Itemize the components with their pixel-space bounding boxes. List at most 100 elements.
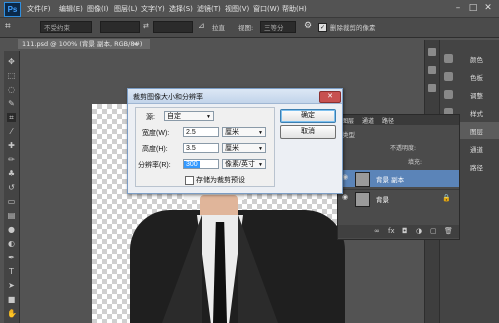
link-icon[interactable]: ∞ (374, 227, 380, 235)
healing-tool-icon[interactable]: ✚ (7, 141, 16, 150)
filter-kind-select[interactable]: 类型 (342, 129, 355, 139)
width-unit-select[interactable]: 厘米 ▼ (222, 127, 266, 137)
lock-icon: 🔒 (442, 194, 451, 202)
width-unit: 厘米 (225, 129, 239, 136)
dialog-close-button[interactable]: ✕ (319, 91, 341, 103)
delete-cropped-label[interactable]: 删除裁剪的像素 (330, 22, 376, 32)
cancel-button[interactable]: 取消 (280, 125, 336, 139)
crop-height-field[interactable] (153, 21, 193, 33)
history-brush-tool-icon[interactable]: ↺ (7, 183, 16, 192)
menu-filter[interactable]: 滤镜(T) (197, 4, 221, 14)
marquee-tool-icon[interactable]: ⬚ (7, 71, 16, 80)
blur-tool-icon[interactable]: ● (7, 225, 16, 234)
menu-image[interactable]: 图像(I) (87, 4, 109, 14)
move-tool-icon[interactable]: ✥ (7, 57, 16, 66)
layer-row[interactable]: ◉ 背景 🔒 (338, 189, 459, 207)
crop-tool-icon[interactable]: ⌗ (7, 113, 16, 122)
chevron-down-icon: ▼ (258, 162, 263, 168)
height-unit: 厘米 (225, 145, 239, 152)
crop-width-field[interactable] (100, 21, 140, 33)
save-preset-label[interactable]: 存储为裁剪预设 (196, 175, 245, 185)
menu-edit[interactable]: 编辑(E) (59, 4, 83, 14)
tab-channels[interactable]: 通道 (362, 116, 374, 125)
layers-panel: 图层 通道 路径 类型 不透明度: 填充: ◉ 背景 副本 ◉ 背景 🔒 ∞ f… (337, 114, 460, 240)
tools-panel: ✥ ⬚ ◌ ✎ ⌗ ⁄ ✚ ✏ ♣ ↺ ▭ ▤ ● ◐ ✒ T ➤ ■ ✋ (4, 51, 20, 323)
chevron-down-icon: ▼ (258, 130, 263, 136)
height-input[interactable]: 3.5 (183, 143, 219, 153)
menu-help[interactable]: 帮助(H) (282, 4, 307, 14)
shape-tool-icon[interactable]: ■ (7, 295, 16, 304)
type-tool-icon[interactable]: T (7, 267, 16, 276)
minimize-button[interactable]: – (452, 2, 464, 14)
menu-layer[interactable]: 图层(L) (114, 4, 137, 14)
adjustments-icon (444, 90, 453, 99)
swatches-icon (444, 72, 453, 81)
crop-tool-icon[interactable]: ⌗ (5, 21, 11, 32)
maximize-button[interactable]: □ (467, 2, 479, 14)
tab-layers[interactable]: 图层 (342, 116, 354, 125)
menu-type[interactable]: 文字(Y) (141, 4, 165, 14)
fx-icon[interactable]: fx (388, 227, 395, 235)
dodge-tool-icon[interactable]: ◐ (7, 239, 16, 248)
menu-view[interactable]: 视图(V) (225, 4, 249, 14)
opacity-label: 不透明度: (390, 145, 417, 152)
resolution-unit: 像素/英寸 (225, 161, 255, 168)
mask-icon[interactable]: ◘ (402, 227, 408, 235)
eyedropper-tool-icon[interactable]: ⁄ (7, 127, 16, 136)
source-label: 源: (146, 114, 155, 121)
eye-icon[interactable]: ◉ (342, 194, 349, 201)
resolution-value: 300 (184, 161, 200, 168)
layer-name[interactable]: 背景 (376, 194, 389, 204)
hand-tool-icon[interactable]: ✋ (7, 309, 17, 318)
menu-bar: Ps 文件(F) 编辑(E) 图像(I) 图层(L) 文字(Y) 选择(S) 滤… (0, 0, 499, 18)
menu-file[interactable]: 文件(F) (27, 4, 51, 14)
gradient-tool-icon[interactable]: ▤ (7, 211, 16, 220)
resolution-label: 分辨率(R): (138, 162, 171, 169)
layer-thumbnail (355, 172, 370, 187)
eye-icon[interactable]: ◉ (342, 174, 349, 181)
view-overlay-select[interactable]: 三等分 (260, 21, 296, 33)
gear-icon[interactable]: ⚙ (304, 21, 312, 31)
width-input[interactable]: 2.5 (183, 127, 219, 137)
dialog-titlebar[interactable]: 裁剪图像大小和分辨率 ✕ (128, 89, 342, 104)
properties-icon[interactable] (428, 66, 436, 74)
document-tab[interactable]: 111.psd @ 100% (背景 副本, RGB/8#) (18, 39, 150, 49)
ok-button[interactable]: 确定 (280, 109, 336, 123)
delete-cropped-checkbox[interactable]: ✓ (318, 23, 327, 32)
source-select[interactable]: 自定 ▼ (164, 111, 214, 121)
panel-paths-label: 路径 (470, 164, 483, 172)
crop-preset-select[interactable]: 不受约束 (40, 21, 92, 33)
resolution-input[interactable]: 300 (183, 159, 219, 169)
quick-select-tool-icon[interactable]: ✎ (7, 99, 16, 108)
panel-color-label: 颜色 (470, 56, 483, 64)
layer-row[interactable]: ◉ 背景 副本 (338, 170, 459, 187)
swap-icon[interactable]: ⇄ (143, 22, 149, 30)
history-icon[interactable] (428, 48, 436, 56)
trash-icon[interactable]: 🗑 (444, 227, 453, 235)
clone-stamp-tool-icon[interactable]: ♣ (7, 169, 16, 178)
straighten-label[interactable]: 拉直 (212, 22, 225, 32)
menu-window[interactable]: 窗口(W) (253, 4, 279, 14)
eraser-tool-icon[interactable]: ▭ (7, 197, 16, 206)
panel-color[interactable]: 颜色 (440, 50, 499, 67)
tab-paths[interactable]: 路径 (382, 116, 394, 125)
tab-close-icon[interactable]: × (132, 39, 138, 49)
straighten-icon[interactable]: ⊿ (198, 21, 205, 30)
panel-adjustments[interactable]: 调整 (440, 86, 499, 103)
pen-tool-icon[interactable]: ✒ (7, 253, 16, 262)
panel-layers-label: 图层 (470, 128, 483, 136)
close-window-button[interactable]: ✕ (482, 2, 494, 14)
info-icon[interactable] (428, 84, 436, 92)
path-select-tool-icon[interactable]: ➤ (7, 281, 16, 290)
layer-name[interactable]: 背景 副本 (376, 174, 404, 184)
menu-select[interactable]: 选择(S) (169, 4, 193, 14)
save-preset-checkbox[interactable] (185, 176, 194, 185)
chevron-down-icon: ▼ (258, 146, 263, 152)
height-unit-select[interactable]: 厘米 ▼ (222, 143, 266, 153)
lasso-tool-icon[interactable]: ◌ (7, 85, 16, 94)
new-layer-icon[interactable]: ▢ (430, 227, 437, 235)
adjustment-layer-icon[interactable]: ◑ (416, 227, 422, 235)
panel-swatches[interactable]: 色板 (440, 68, 499, 85)
resolution-unit-select[interactable]: 像素/英寸 ▼ (222, 159, 266, 169)
brush-tool-icon[interactable]: ✏ (7, 155, 16, 164)
